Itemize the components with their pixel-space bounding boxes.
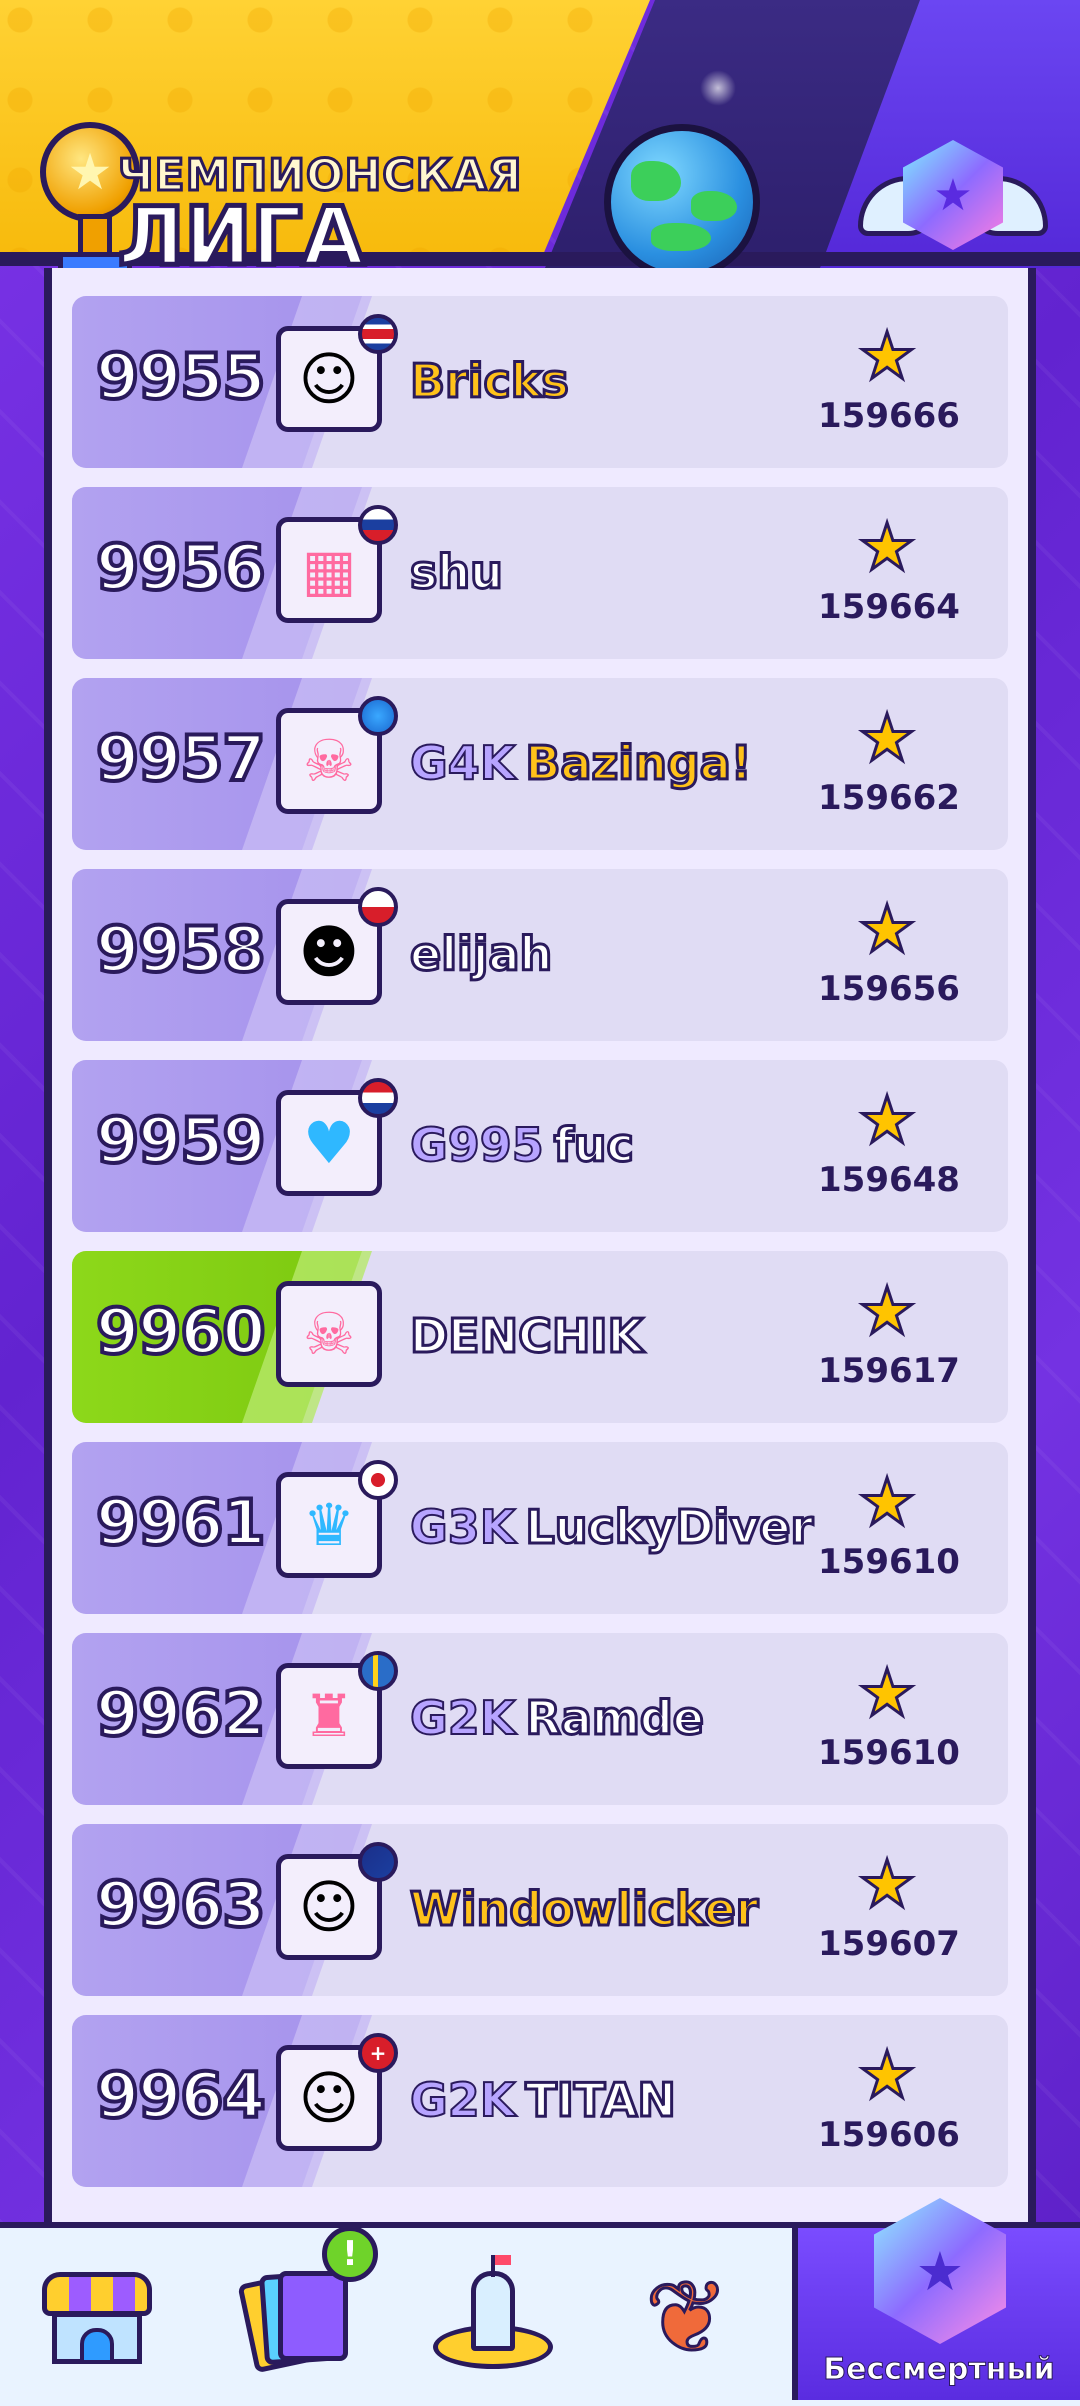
star-score: 159662: [818, 778, 960, 818]
nickname: shu: [409, 544, 505, 601]
poland-flag-icon: [358, 887, 398, 927]
rank-number: 9959: [94, 1102, 268, 1179]
clan-tag: G4K: [409, 735, 516, 791]
nav-season[interactable]: ❦: [612, 2248, 762, 2388]
leaf-icon: ❦: [644, 2259, 731, 2376]
leaderboard-row-9962[interactable]: 9962 ♜ G2K Ramde ★ 159610: [72, 1633, 1008, 1805]
star-score: 159617: [818, 1351, 960, 1391]
star-icon: ★: [857, 1084, 917, 1158]
rank-number: 9963: [94, 1866, 268, 1943]
star-icon: ★: [857, 1848, 917, 1922]
switzerland-flag-icon: +: [358, 2033, 398, 2073]
star-icon: ★: [857, 702, 917, 776]
player-name: Windowlicker: [408, 1881, 759, 1938]
star-score: 159607: [818, 1924, 960, 1964]
player-name: G995 fuc: [409, 1117, 635, 1174]
nav-immortal-label: Бессмертный: [823, 2352, 1055, 2388]
star-score: 159606: [818, 2115, 960, 2155]
star-icon: ★: [857, 893, 917, 967]
costa-rica-flag-icon: [358, 314, 398, 354]
sparkle-icon: [700, 70, 736, 106]
city-icon: [433, 2255, 553, 2373]
player-name: Bricks: [409, 353, 571, 410]
clan-tag: G2K: [409, 1690, 516, 1746]
shop-icon: [42, 2272, 152, 2364]
nickname: Ramde: [524, 1690, 706, 1747]
nickname: Windowlicker: [408, 1881, 759, 1938]
leaderboard-row-9958[interactable]: 9958 ☻ elijah ★ 159656: [72, 869, 1008, 1041]
leaderboard-row-9961[interactable]: 9961 ♛ G3K LuckyDiver ★ 159610: [72, 1442, 1008, 1614]
star-score: 159666: [818, 396, 960, 436]
cards-icon: [237, 2263, 352, 2374]
player-name: G3K LuckyDiver: [409, 1499, 815, 1556]
player-name: elijah: [408, 926, 553, 983]
star-score: 159648: [818, 1160, 960, 1200]
globe-icon[interactable]: [604, 124, 760, 280]
rank-number: 9962: [94, 1675, 268, 1752]
player-name: G4K Bazinga!: [409, 735, 753, 792]
star-icon: ★: [857, 511, 917, 585]
nickname: Bricks: [409, 353, 571, 410]
nickname: LuckyDiver: [524, 1499, 815, 1556]
star-score: 159664: [818, 587, 960, 627]
slovakia-flag-icon: [358, 505, 398, 545]
rank-number: 9960: [94, 1293, 268, 1370]
leaderboard-row-9956[interactable]: 9956 ▦ shu ★ 159664: [72, 487, 1008, 659]
leaderboard-row-9955[interactable]: 9955 ☺ Bricks ★ 159666: [72, 296, 1008, 468]
clan-tag: G3K: [409, 1499, 516, 1555]
leaderboard-row-9960[interactable]: 9960 ☠ DENCHIK ★ 159617: [72, 1251, 1008, 1423]
leaderboard-row-9959[interactable]: 9959 ♥ G995 fuc ★ 159648: [72, 1060, 1008, 1232]
star-icon: ★: [857, 1466, 917, 1540]
player-name: G2K TITAN: [409, 2072, 677, 2129]
paraguay-flag-icon: [358, 1078, 398, 1118]
rank-number: 9956: [94, 529, 268, 606]
nickname: fuc: [552, 1117, 635, 1174]
sweden-flag-icon: [358, 1651, 398, 1691]
nickname: Bazinga!: [524, 735, 753, 792]
star-icon: ★: [857, 1657, 917, 1731]
star-icon: ★: [857, 1275, 917, 1349]
rank-number: 9964: [94, 2057, 268, 2134]
cards-alert-badge: !: [322, 2226, 378, 2282]
winged-badge-icon[interactable]: ★: [858, 140, 1048, 270]
nav-immortal-league[interactable]: ★ Бессмертный: [792, 2198, 1080, 2400]
player-name: G2K Ramde: [409, 1690, 706, 1747]
nav-shop[interactable]: [22, 2248, 172, 2388]
leaderboard-row-9963[interactable]: 9963 ☺ Windowlicker ★ 159607: [72, 1824, 1008, 1996]
star-icon: ★: [857, 320, 917, 394]
star-score: 159610: [818, 1733, 960, 1773]
australia-flag-icon: [358, 1842, 398, 1882]
star-score: 159656: [818, 969, 960, 1009]
player-name: DENCHIK: [408, 1308, 644, 1365]
player-name: shu: [409, 544, 505, 601]
avatar-skulls-swords[interactable]: ☠: [276, 1281, 382, 1387]
clan-tag: G995: [409, 1117, 545, 1173]
star-score: 159610: [818, 1542, 960, 1582]
globe-flag-icon: [358, 696, 398, 736]
nickname: elijah: [408, 926, 553, 983]
nickname: DENCHIK: [408, 1308, 644, 1365]
rank-number: 9961: [94, 1484, 268, 1561]
nickname: TITAN: [524, 2072, 677, 2129]
japan-flag-icon: [358, 1460, 398, 1500]
clan-tag: G2K: [409, 2072, 516, 2128]
leaderboard-row-9957[interactable]: 9957 ☠ G4K Bazinga! ★ 159662: [72, 678, 1008, 850]
rank-number: 9958: [94, 911, 268, 988]
rank-number: 9955: [94, 338, 268, 415]
rank-number: 9957: [94, 720, 268, 797]
nav-city[interactable]: [418, 2248, 568, 2388]
leaderboard-row-9964[interactable]: 9964 ☺ + G2K TITAN ★ 159606: [72, 2015, 1008, 2187]
star-icon: ★: [857, 2039, 917, 2113]
